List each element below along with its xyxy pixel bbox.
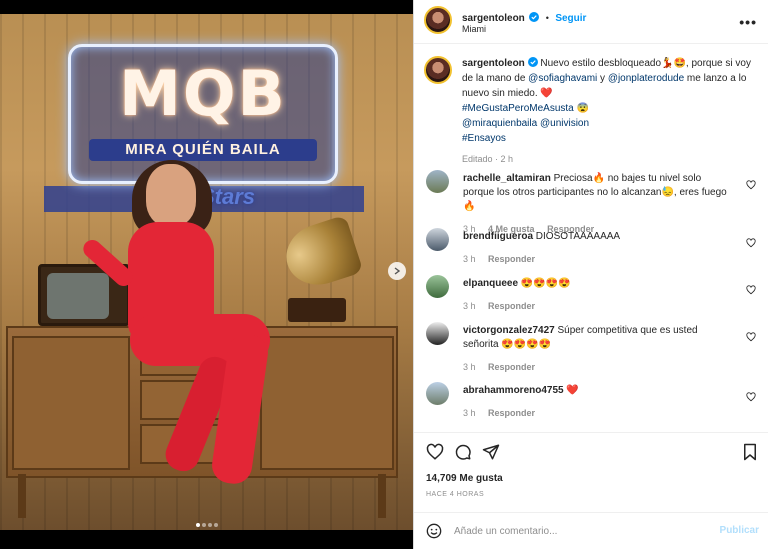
woman-in-red xyxy=(79,160,288,487)
heart-outline-icon[interactable] xyxy=(746,285,756,295)
commenter-username[interactable]: abrahammoreno4755 xyxy=(463,385,564,396)
comment-meta: 3 h Responder xyxy=(463,252,733,266)
mention-link[interactable]: @sofiaghavami xyxy=(528,73,597,84)
comment-text: DIOSOTAAAAAAA xyxy=(535,231,621,242)
cabinet-leg xyxy=(378,474,386,518)
neon-sign-subtitle: MIRA QUIÉN BAILA xyxy=(89,139,317,161)
add-comment-bar: Publicar xyxy=(414,512,768,549)
hashtag-link[interactable]: #MeGustaPeroMeAsusta xyxy=(462,103,574,114)
gramophone-horn xyxy=(278,214,364,294)
post-timestamp[interactable]: HACE 4 HORAS xyxy=(426,491,484,498)
neon-sign: MQB MIRA QUIÉN BAILA xyxy=(68,44,338,184)
mention-link[interactable]: @jonplaterodude xyxy=(608,73,684,84)
commenter-avatar[interactable] xyxy=(426,275,449,298)
header-username[interactable]: sargentoleon xyxy=(462,13,525,24)
comment-body: victorgonzalez7427 Súper competitiva que… xyxy=(463,324,733,374)
commenter-username[interactable]: victorgonzalez7427 xyxy=(463,325,555,336)
caption-avatar[interactable] xyxy=(424,56,452,84)
comment-time[interactable]: 3 h xyxy=(463,408,476,418)
follow-button[interactable]: Seguir xyxy=(555,13,586,24)
commenter-avatar[interactable] xyxy=(426,228,449,251)
reply-button[interactable]: Responder xyxy=(488,362,535,372)
avatar[interactable] xyxy=(424,6,452,34)
commenter-username[interactable]: rachelle_altamiran xyxy=(463,173,551,184)
caption-text: sargentoleon Nuevo estilo desbloqueado💃🤩… xyxy=(462,56,752,167)
commenter-avatar[interactable] xyxy=(426,170,449,193)
caption-emoji: 😨 xyxy=(576,103,589,114)
next-slide-button[interactable] xyxy=(388,262,406,280)
chevron-right-icon xyxy=(394,267,401,275)
carousel-dots xyxy=(0,514,413,532)
post-media: MQB MIRA QUIÉN BAILA Stars xyxy=(0,0,413,549)
comment-time[interactable]: 3 h xyxy=(463,301,476,311)
comment-body: brendfiigueroa DIOSOTAAAAAAA 3 h Respond… xyxy=(463,230,733,266)
edited-label: Editado xyxy=(462,154,493,164)
cabinet-leg xyxy=(18,474,26,518)
comment-text: ❤️ xyxy=(566,385,579,396)
carousel-dot[interactable] xyxy=(195,523,200,527)
comment-text: 😍😍😍😍 xyxy=(520,278,571,289)
likes-count[interactable]: 14,709 Me gusta xyxy=(426,473,503,484)
like-heart-icon[interactable] xyxy=(426,443,444,461)
comment-meta: 3 h Responder xyxy=(463,406,733,420)
reply-button[interactable]: Responder xyxy=(488,254,535,264)
publish-button[interactable]: Publicar xyxy=(720,525,759,536)
share-send-icon[interactable] xyxy=(482,443,500,461)
verified-badge-icon xyxy=(529,12,540,22)
comment-time[interactable]: 3 h xyxy=(463,362,476,372)
commenter-avatar[interactable] xyxy=(426,382,449,405)
heart-outline-icon[interactable] xyxy=(746,180,756,190)
commenter-avatar[interactable] xyxy=(426,322,449,345)
post-side-panel: sargentoleon • Seguir Miami ••• sargento… xyxy=(413,0,768,549)
comment-input[interactable] xyxy=(454,521,694,541)
comment-body: rachelle_altamiran Preciosa🔥 no bajes tu… xyxy=(463,172,733,236)
heart-outline-icon[interactable] xyxy=(746,392,756,402)
cabinet-door xyxy=(12,336,130,470)
heart-outline-icon[interactable] xyxy=(746,238,756,248)
commenter-username[interactable]: brendfiigueroa xyxy=(463,231,533,242)
neon-sign-title: MQB xyxy=(119,57,287,130)
caption-username[interactable]: sargentoleon xyxy=(462,58,525,69)
reply-button[interactable]: Responder xyxy=(488,301,535,311)
bookmark-icon[interactable] xyxy=(741,443,759,461)
commenter-username[interactable]: elpanqueee xyxy=(463,278,518,289)
comment-body: elpanqueee 😍😍😍😍 3 h Responder xyxy=(463,277,733,313)
more-horizontal-icon[interactable]: ••• xyxy=(739,14,757,30)
mention-link[interactable]: @univision xyxy=(540,118,589,129)
heart-outline-icon[interactable] xyxy=(746,332,756,342)
header-separator: • xyxy=(545,13,549,23)
caption-meta: Editado · 2 h xyxy=(462,154,514,164)
comment-time[interactable]: 3 h xyxy=(463,254,476,264)
carousel-dot[interactable] xyxy=(201,523,206,527)
caption-body: y xyxy=(600,73,606,84)
comment-meta: 3 h Responder xyxy=(463,360,733,374)
verified-badge-icon xyxy=(527,57,538,67)
hashtag-link[interactable]: #Ensayos xyxy=(462,133,506,144)
caption-time[interactable]: 2 h xyxy=(501,154,514,164)
header-location[interactable]: Miami xyxy=(462,24,486,34)
comment-body: abrahammoreno4755 ❤️ 3 h Responder xyxy=(463,384,733,420)
gramophone-box xyxy=(288,298,346,322)
reply-button[interactable]: Responder xyxy=(488,408,535,418)
carousel-dot[interactable] xyxy=(207,523,212,527)
comment-bubble-icon[interactable] xyxy=(454,443,472,461)
mention-link[interactable]: @miraquienbaila xyxy=(462,118,537,129)
comment-meta: 3 h Responder xyxy=(463,299,733,313)
carousel-dot[interactable] xyxy=(213,523,218,527)
emoji-smiley-icon[interactable] xyxy=(426,523,442,539)
post-header: sargentoleon • Seguir Miami ••• xyxy=(414,0,768,44)
post-photo[interactable]: MQB MIRA QUIÉN BAILA Stars xyxy=(0,14,413,530)
